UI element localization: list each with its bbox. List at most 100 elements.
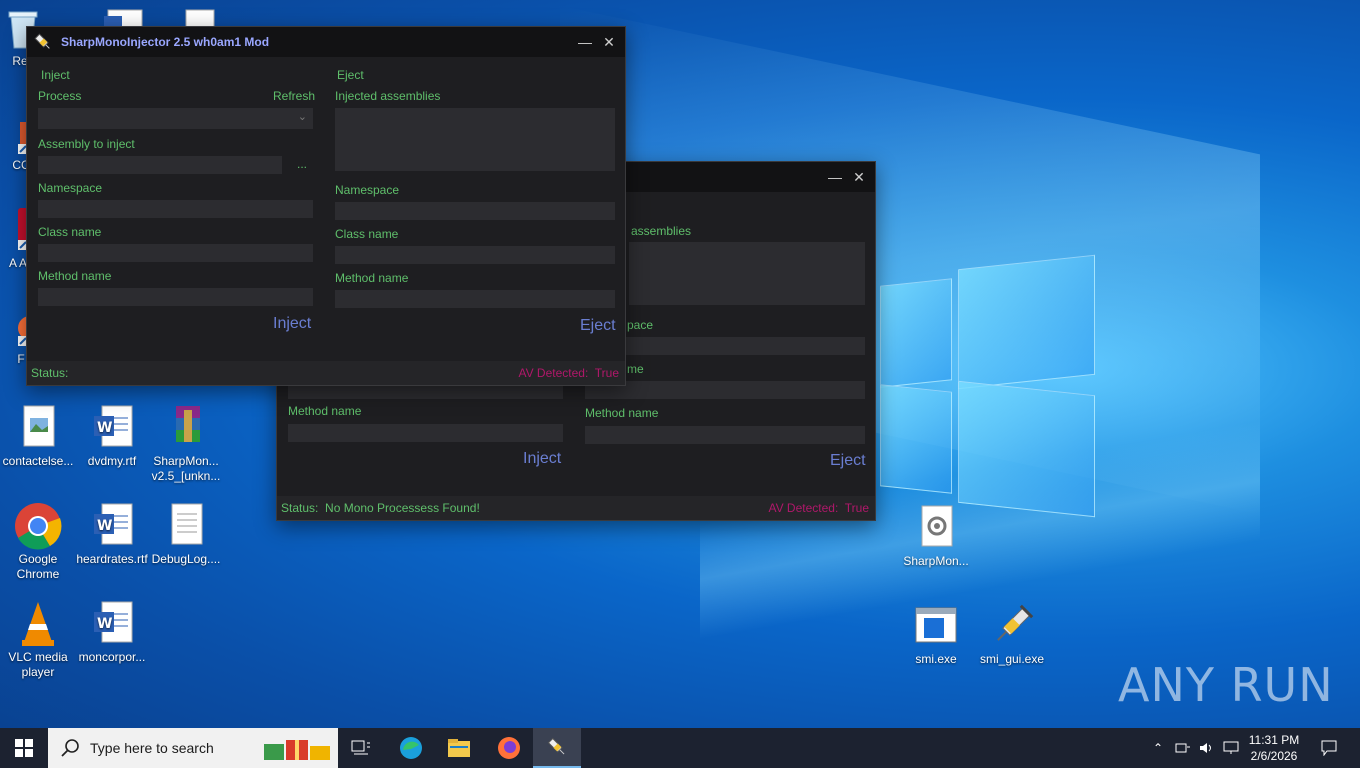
taskbar: Type here to search ⌃ 11:31 PM 2/6/2026 bbox=[0, 728, 1360, 768]
icon-label: heardrates.rtf bbox=[76, 552, 148, 566]
inject-methodname-label: Method name bbox=[288, 404, 362, 418]
desktop-icon-heardrates[interactable]: W heardrates.rtf bbox=[74, 502, 150, 567]
desktop-icon-smi-exe[interactable]: smi.exe bbox=[898, 602, 974, 667]
eject-methodname-input[interactable] bbox=[585, 426, 865, 444]
desktop-icon-sharpmono-config[interactable]: SharpMon... bbox=[898, 504, 974, 569]
desktop-icon-chrome[interactable]: Google Chrome bbox=[0, 502, 76, 582]
notification-icon bbox=[1321, 740, 1337, 756]
search-icon bbox=[61, 739, 79, 757]
notifications-button[interactable] bbox=[1314, 728, 1344, 768]
display-tray-button[interactable] bbox=[1220, 728, 1242, 768]
desktop-icon-dvdmy[interactable]: W dvdmy.rtf bbox=[74, 404, 150, 469]
desktop-icon-smi-gui-exe[interactable]: smi_gui.exe bbox=[974, 602, 1050, 667]
close-button[interactable]: ✕ bbox=[849, 168, 869, 186]
title-bar[interactable]: SharpMonoInjector 2.5 wh0am1 Mod — ✕ bbox=[27, 27, 625, 57]
task-view-button[interactable] bbox=[344, 728, 378, 768]
injected-assemblies-label: Injected assemblies bbox=[335, 89, 441, 103]
icon-label: smi.exe bbox=[915, 652, 957, 666]
network-icon bbox=[1175, 743, 1190, 753]
status-bar: Status: No Mono Processess Found! AV Det… bbox=[277, 496, 875, 520]
av-detected-text: AV Detected: True bbox=[768, 501, 869, 515]
search-placeholder: Type here to search bbox=[90, 740, 214, 756]
icon-label: smi_gui.exe bbox=[979, 652, 1045, 666]
eject-namespace-label: pace bbox=[627, 318, 654, 332]
clock-time: 11:31 PM bbox=[1248, 733, 1300, 747]
console-app-icon bbox=[912, 602, 960, 650]
speaker-icon bbox=[1200, 743, 1211, 753]
desktop-icon-vlc[interactable]: VLC media player bbox=[0, 600, 76, 680]
image-file-icon bbox=[14, 404, 62, 452]
anyrun-watermark: ANY RUN bbox=[1118, 658, 1334, 712]
folder-icon bbox=[448, 739, 470, 757]
inject-button[interactable]: Inject bbox=[523, 450, 561, 468]
eject-button[interactable]: Eject bbox=[830, 452, 866, 470]
chevron-down-icon: ⌄ bbox=[297, 111, 307, 123]
desktop-icon-debuglog[interactable]: DebugLog.... bbox=[148, 502, 224, 567]
network-tray-button[interactable] bbox=[1172, 728, 1194, 768]
process-dropdown[interactable]: ⌄ bbox=[38, 108, 313, 129]
eject-namespace-input[interactable] bbox=[585, 337, 865, 355]
icon-label: Google Chrome bbox=[16, 552, 60, 581]
av-detected-text: AV Detected: True bbox=[518, 366, 619, 380]
injected-assemblies-label: assemblies bbox=[631, 224, 692, 238]
chrome-icon bbox=[14, 502, 62, 550]
config-file-icon bbox=[912, 504, 960, 552]
icon-label: SharpMon... bbox=[903, 554, 969, 568]
eject-namespace-label: Namespace bbox=[335, 183, 400, 197]
browse-button[interactable]: ... bbox=[297, 157, 307, 171]
methodname-input[interactable] bbox=[38, 288, 313, 306]
edge-taskbar-button[interactable] bbox=[394, 728, 428, 768]
assembly-label: Assembly to inject bbox=[38, 137, 135, 151]
chevron-up-icon: ⌃ bbox=[1152, 741, 1164, 755]
svg-text:W: W bbox=[97, 518, 112, 534]
show-hidden-icons-button[interactable]: ⌃ bbox=[1148, 728, 1168, 768]
desktop-icon-contactelse[interactable]: contactelse... bbox=[0, 404, 76, 469]
desktop-icon-sharpmono-archive[interactable]: SharpMon... v2.5_[unkn... bbox=[148, 404, 224, 484]
word-document-icon: W bbox=[88, 600, 136, 648]
refresh-link[interactable]: Refresh bbox=[273, 89, 315, 103]
process-label: Process bbox=[38, 89, 82, 103]
word-document-icon: W bbox=[88, 502, 136, 550]
desktop-icon-moncorpor[interactable]: W moncorpor... bbox=[74, 600, 150, 665]
namespace-label: Namespace bbox=[38, 181, 103, 195]
edge-icon bbox=[400, 737, 422, 759]
minimize-button[interactable]: — bbox=[825, 168, 845, 186]
syringe-icon bbox=[33, 32, 53, 52]
clock[interactable]: 11:31 PM 2/6/2026 bbox=[1244, 732, 1304, 764]
clock-date: 2/6/2026 bbox=[1250, 749, 1298, 763]
firefox-icon bbox=[498, 737, 520, 759]
monitor-icon bbox=[1223, 741, 1239, 754]
task-view-icon bbox=[351, 740, 370, 755]
window-title: SharpMonoInjector 2.5 wh0am1 Mod bbox=[61, 35, 270, 49]
injected-assemblies-list[interactable] bbox=[335, 108, 615, 171]
taskbar-search[interactable]: Type here to search bbox=[48, 728, 338, 768]
syringe-icon bbox=[988, 602, 1036, 650]
file-explorer-taskbar-button[interactable] bbox=[442, 728, 476, 768]
eject-methodname-label: Method name bbox=[335, 271, 409, 285]
app-window-sharpmonoinjector[interactable]: SharpMonoInjector 2.5 wh0am1 Mod — ✕ Inj… bbox=[26, 26, 626, 386]
eject-methodname-label: Method name bbox=[585, 406, 659, 420]
icon-label: dvdmy.rtf bbox=[87, 454, 137, 468]
close-button[interactable]: ✕ bbox=[599, 33, 619, 51]
eject-classname-input[interactable] bbox=[585, 381, 865, 399]
icon-label: contactelse... bbox=[2, 454, 74, 468]
svg-text:W: W bbox=[97, 420, 112, 436]
eject-methodname-input[interactable] bbox=[335, 290, 615, 308]
classname-input[interactable] bbox=[38, 244, 313, 262]
eject-button[interactable]: Eject bbox=[580, 317, 616, 335]
inject-methodname-input[interactable] bbox=[288, 424, 563, 442]
eject-namespace-input[interactable] bbox=[335, 202, 615, 220]
minimize-button[interactable]: — bbox=[575, 33, 595, 51]
eject-section-title: Eject bbox=[337, 68, 364, 82]
namespace-input[interactable] bbox=[38, 200, 313, 218]
firefox-taskbar-button[interactable] bbox=[492, 728, 526, 768]
injected-assemblies-list[interactable] bbox=[629, 242, 865, 305]
sharpmonoinjector-taskbar-button[interactable] bbox=[533, 728, 581, 768]
eject-classname-input[interactable] bbox=[335, 246, 615, 264]
word-document-icon: W bbox=[88, 404, 136, 452]
start-button[interactable] bbox=[0, 728, 48, 768]
inject-button[interactable]: Inject bbox=[273, 315, 311, 333]
assembly-input[interactable] bbox=[38, 156, 282, 174]
classname-label: Class name bbox=[38, 225, 102, 239]
volume-tray-button[interactable] bbox=[1196, 728, 1218, 768]
